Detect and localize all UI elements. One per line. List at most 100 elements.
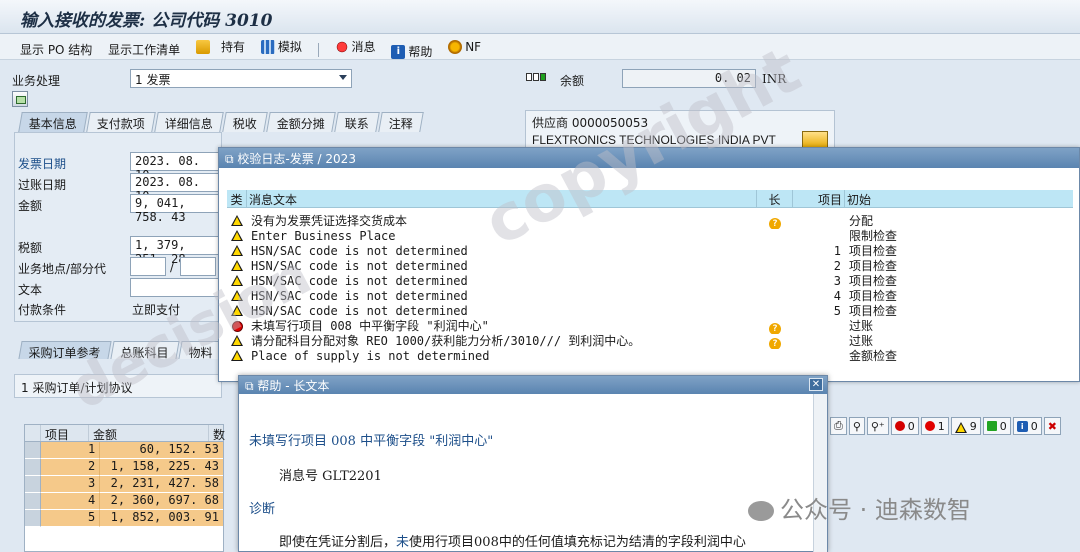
row-selector[interactable] — [25, 510, 41, 527]
row-selector[interactable] — [25, 476, 41, 493]
log-row[interactable]: 请分配科目分配对象 REO 1000/获利能力分析/3010/// 到利润中心。… — [227, 334, 1073, 349]
log-row[interactable]: HSN/SAC code is not determined 2 项目检查 — [227, 259, 1073, 274]
show-worklist-button[interactable]: 显示工作清单 — [108, 41, 180, 58]
nf-button[interactable]: NF — [448, 39, 481, 54]
find-button[interactable]: ⚲ — [848, 417, 865, 435]
column-header-type[interactable]: 类 — [227, 190, 247, 207]
tab-material-label: 物料 — [188, 346, 213, 360]
section-code-field[interactable] — [180, 257, 216, 276]
messages-button[interactable]: 消息 — [334, 38, 376, 55]
table-row[interactable]: 2 1, 158, 225. 43 — [25, 459, 223, 476]
create-document-button[interactable] — [12, 91, 28, 107]
column-header-message-text[interactable]: 消息文本 — [247, 190, 757, 207]
amount-label: 金额 — [18, 199, 43, 213]
log-row-long-text[interactable]: ? — [757, 214, 793, 229]
cell-amount[interactable]: 60, 152. 53 — [100, 442, 223, 459]
table-row[interactable]: 4 2, 360, 697. 68 — [25, 493, 223, 510]
window-icon: ⧉ — [245, 379, 254, 393]
row-selector[interactable] — [25, 442, 41, 459]
log-row-type — [227, 214, 247, 229]
long-text-help-icon[interactable]: ? — [769, 338, 781, 349]
log-row-text: HSN/SAC code is not determined — [251, 274, 468, 288]
header-tabs: 基本信息 支付款项 详细信息 税收 金额分摊 联系 注释 — [18, 112, 424, 132]
info-count: 0 — [1030, 419, 1038, 433]
tab-po-reference[interactable]: 采购订单参考 — [18, 341, 112, 360]
row-selector[interactable] — [25, 493, 41, 510]
table-row[interactable]: 1 60, 152. 53 — [25, 442, 223, 459]
po-selection-dropdown[interactable]: 1 采购订单/计划协议 — [14, 374, 222, 398]
stop-count-button[interactable]: 0 — [890, 417, 919, 435]
log-row-text: 请分配科目分配对象 REO 1000/获利能力分析/3010/// 到利润中心。 — [251, 334, 641, 348]
tab-payment[interactable]: 支付款项 — [86, 112, 156, 132]
log-row-type — [227, 274, 247, 289]
log-row[interactable]: HSN/SAC code is not determined 4 项目检查 — [227, 289, 1073, 304]
log-row[interactable]: HSN/SAC code is not determined 5 项目检查 — [227, 304, 1073, 319]
cell-amount[interactable]: 1, 158, 225. 43 — [100, 459, 223, 476]
long-text-help-icon[interactable]: ? — [769, 323, 781, 334]
row-selector-header — [25, 425, 41, 441]
tab-contact[interactable]: 联系 — [334, 112, 380, 132]
cell-amount[interactable]: 1, 852, 003. 91 — [100, 510, 223, 527]
window-icon: ⧉ — [225, 152, 234, 166]
show-po-structure-button[interactable]: 显示 PO 结构 — [20, 41, 92, 58]
tab-po-reference-label: 采购订单参考 — [28, 346, 101, 360]
log-row-origin: 限制检查 — [849, 229, 898, 243]
cell-amount[interactable]: 2, 231, 427. 58 — [100, 476, 223, 493]
log-row[interactable]: Place of supply is not determined 金额检查 — [227, 349, 1073, 364]
tab-material[interactable]: 物料 — [178, 341, 224, 360]
text-field[interactable] — [130, 278, 220, 297]
find-next-button[interactable]: ⚲⁺ — [866, 417, 889, 435]
vendor-box: 供应商 0000050053 FLEXTRONICS TECHNOLOGIES … — [525, 110, 835, 150]
cell-amount[interactable]: 2, 360, 697. 68 — [100, 493, 223, 510]
log-table-header: 类 消息文本 长 项目 初始 — [227, 190, 1073, 208]
help-heading: 未填写行项目 008 中平衡字段 "利润中心" — [249, 434, 494, 449]
log-row-type — [227, 319, 247, 334]
tab-note[interactable]: 注释 — [378, 112, 424, 132]
info-count-button[interactable]: i0 — [1012, 417, 1042, 435]
table-row[interactable]: 5 1, 852, 003. 91 — [25, 510, 223, 527]
tab-details[interactable]: 详细信息 — [154, 112, 224, 132]
tab-gl-account[interactable]: 总账科目 — [110, 341, 180, 360]
log-row-long-text[interactable]: ? — [757, 334, 793, 349]
warning-icon — [231, 350, 243, 361]
business-place-field[interactable] — [130, 257, 166, 276]
invoice-date-field[interactable]: 2023. 08. 10 — [130, 152, 220, 182]
error-count-button[interactable]: 1 — [920, 417, 949, 435]
amount-field[interactable]: 9, 041, 758. 43 — [130, 194, 220, 224]
log-row-origin: 项目检查 — [849, 244, 898, 258]
log-row-type — [227, 289, 247, 304]
tab-amount-split[interactable]: 金额分摊 — [266, 112, 336, 132]
column-header-long-text[interactable]: 长 — [757, 190, 793, 207]
tax-field[interactable]: 1, 379, 251. 28 — [130, 236, 220, 266]
log-row-item: 5 — [833, 304, 841, 318]
long-text-help-icon[interactable]: ? — [769, 218, 781, 229]
log-row-text: Place of supply is not determined — [251, 349, 490, 363]
tab-basic-data[interactable]: 基本信息 — [18, 112, 88, 132]
hold-button[interactable]: 持有 — [195, 38, 245, 55]
help-diagnosis-label: 诊断 — [249, 502, 276, 517]
warning-count-button[interactable]: 9 — [950, 417, 981, 435]
success-count-button[interactable]: 0 — [982, 417, 1011, 435]
log-row-long-text[interactable]: ? — [757, 319, 793, 334]
application-toolbar: 显示 PO 结构 显示工作清单 持有 模拟 消息 i 帮助 NF — [0, 34, 1080, 60]
help-button[interactable]: i 帮助 — [391, 43, 432, 60]
close-icon[interactable]: ✕ — [809, 378, 823, 391]
simulate-button[interactable]: 模拟 — [260, 38, 302, 55]
help-scrollbar[interactable] — [813, 394, 827, 552]
column-header-item[interactable]: 项目 — [793, 190, 845, 207]
table-row[interactable]: 3 2, 231, 427. 58 — [25, 476, 223, 493]
log-row-long-text — [757, 349, 793, 364]
balance-value: 0. 02 — [714, 71, 751, 85]
transaction-select[interactable]: 1 发票 — [130, 69, 352, 88]
log-row[interactable]: 没有为发票凭证选择交货成本? 分配 — [227, 214, 1073, 229]
log-row[interactable]: HSN/SAC code is not determined 3 项目检查 — [227, 274, 1073, 289]
tab-tax[interactable]: 税收 — [222, 112, 268, 132]
log-row[interactable]: 未填写行项目 008 中平衡字段 "利润中心"? 过账 — [227, 319, 1073, 334]
print-button[interactable]: ⎙ — [830, 417, 847, 435]
log-row[interactable]: HSN/SAC code is not determined 1 项目检查 — [227, 244, 1073, 259]
row-selector[interactable] — [25, 459, 41, 476]
close-log-button[interactable]: ✖ — [1043, 417, 1061, 435]
posting-date-field[interactable]: 2023. 08. 10 — [130, 173, 220, 203]
column-header-origin[interactable]: 初始 — [845, 190, 1055, 207]
log-row[interactable]: Enter Business Place 限制检查 — [227, 229, 1073, 244]
